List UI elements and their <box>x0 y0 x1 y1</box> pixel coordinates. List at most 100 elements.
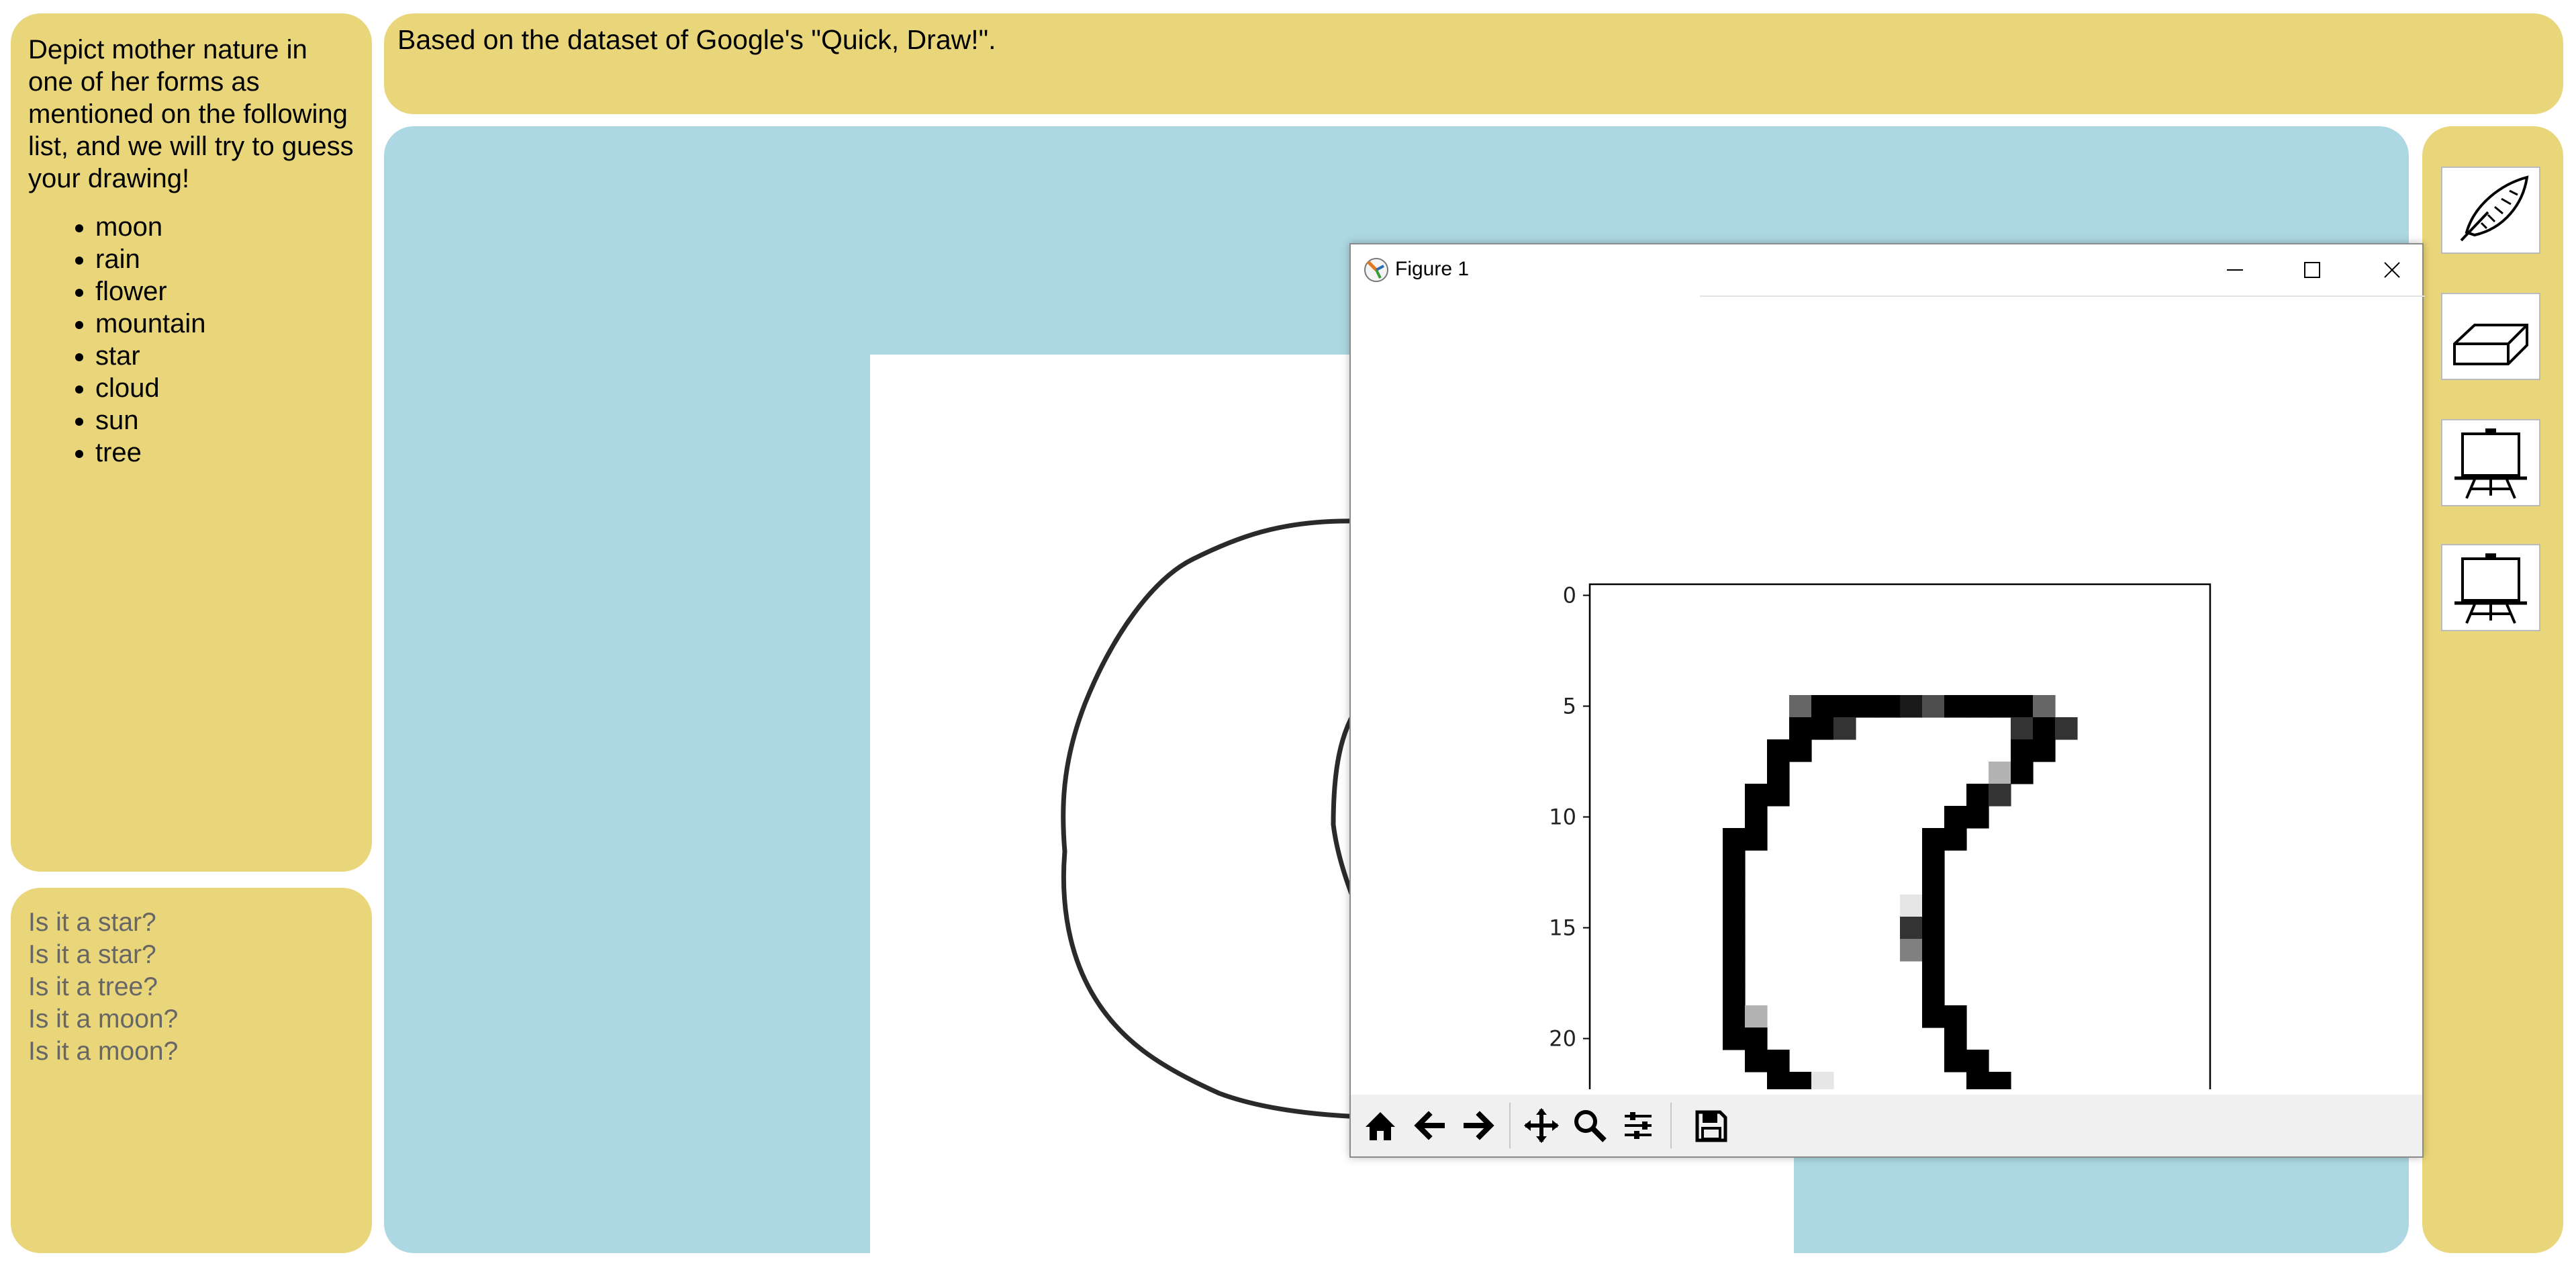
heatmap-cell <box>1833 717 1856 740</box>
heatmap-cell <box>1833 695 1856 718</box>
heatmap-cell <box>1900 917 1923 940</box>
home-button[interactable] <box>1356 1101 1404 1150</box>
guess-item: Is it a moon? <box>28 1005 179 1034</box>
heatmap-cell <box>1767 762 1790 784</box>
tool-panel <box>2422 126 2563 1253</box>
heatmap-cell <box>1922 695 1945 718</box>
heatmap-cell <box>1723 828 1746 851</box>
guesses-panel: Is it a star? Is it a star? Is it a tree… <box>11 888 372 1253</box>
save-icon <box>1695 1110 1727 1142</box>
figure-plot: 05101520250510152025 <box>1549 583 2211 1089</box>
heatmap-cell <box>1723 917 1746 940</box>
eraser-icon <box>2453 324 2528 365</box>
heatmap-cell <box>2033 739 2056 762</box>
save-button[interactable] <box>1686 1101 1735 1150</box>
pan-button[interactable] <box>1517 1101 1566 1150</box>
heatmap-cell <box>1723 961 1746 984</box>
heatmap-cell <box>1723 983 1746 1006</box>
category-item: mountain <box>95 308 354 340</box>
toolbar-separator <box>1670 1103 1672 1148</box>
heatmap-cell <box>1789 717 1812 740</box>
heatmap-cell <box>1944 806 1967 829</box>
category-item: sun <box>95 404 354 437</box>
heatmap-cell <box>2055 717 2078 740</box>
forward-icon <box>1464 1111 1494 1140</box>
category-item: flower <box>95 275 354 308</box>
heatmap-cell <box>1745 828 1768 851</box>
y-tick-label: 15 <box>1549 915 1576 941</box>
heatmap-cell <box>1922 850 1945 873</box>
heatmap-cell <box>1944 695 1967 718</box>
header-banner: Based on the dataset of Google's "Quick,… <box>384 13 2563 114</box>
figure-toolbar <box>1351 1095 2422 1156</box>
header-text: Based on the dataset of Google's "Quick,… <box>397 24 996 55</box>
matplotlib-icon <box>1364 258 1388 282</box>
heatmap-cell <box>1989 695 2011 718</box>
heatmap-cell <box>1723 939 1746 962</box>
figure-title: Figure 1 <box>1395 258 1470 280</box>
heatmap-cell <box>1966 806 1989 829</box>
heatmap-cell <box>1811 695 1834 718</box>
pan-icon <box>1524 1108 1559 1143</box>
heatmap-cell <box>1922 961 1945 984</box>
heatmap-cell <box>1789 695 1812 718</box>
heatmap-cell <box>1723 1027 1746 1050</box>
heatmap-cell <box>1767 784 1790 807</box>
heatmap-cell <box>1944 1005 1967 1028</box>
heatmap-cell <box>1944 1050 1967 1072</box>
figure-titlebar[interactable]: Figure 1 <box>1351 244 2425 297</box>
easel-icon <box>2454 553 2527 624</box>
maximize-icon <box>2304 262 2320 278</box>
heatmap-cell <box>1723 895 1746 917</box>
heatmap-cell <box>1811 717 1834 740</box>
heatmap-cell <box>1922 917 1945 940</box>
clear-canvas-button[interactable] <box>2441 419 2540 506</box>
heatmap-cell <box>1989 1072 2011 1089</box>
plot-background <box>1590 584 2210 1089</box>
feather-icon <box>2460 175 2529 242</box>
heatmap-cell <box>1922 895 1945 917</box>
heatmap-cell <box>2011 739 2034 762</box>
heatmap-cell <box>1745 1005 1768 1028</box>
heatmap-cell <box>1745 806 1768 829</box>
heatmap-cell <box>1989 784 2011 807</box>
easel-icon <box>2454 428 2527 499</box>
category-item: rain <box>95 243 354 275</box>
guess-item: Is it a star? <box>28 940 156 969</box>
category-list: moon rain flower mountain star cloud sun… <box>28 211 354 469</box>
back-icon <box>1414 1111 1445 1140</box>
heatmap-cell <box>1745 1050 1768 1072</box>
close-button[interactable] <box>2369 251 2416 289</box>
heatmap-cell <box>1723 872 1746 895</box>
category-item: cloud <box>95 372 354 404</box>
heatmap-cell <box>2011 717 2034 740</box>
heatmap-cell <box>1789 1072 1812 1089</box>
guess-item: Is it a moon? <box>28 1037 179 1066</box>
heatmap-cell <box>1966 784 1989 807</box>
heatmap-cell <box>1767 1072 1790 1089</box>
heatmap-cell <box>2011 695 2034 718</box>
zoom-button[interactable] <box>1566 1101 1614 1150</box>
category-item: tree <box>95 437 354 469</box>
close-icon <box>2384 262 2400 278</box>
heatmap-cell <box>1723 1005 1746 1028</box>
eraser-tool-button[interactable] <box>2441 293 2540 380</box>
y-tick-label: 10 <box>1549 805 1576 830</box>
home-icon <box>1366 1112 1395 1140</box>
minimize-button[interactable] <box>2211 251 2258 289</box>
heatmap-cell <box>1944 1027 1967 1050</box>
maximize-button[interactable] <box>2288 251 2335 289</box>
heatmap-cell <box>1811 1072 1834 1089</box>
instructions-panel: Depict mother nature in one of her forms… <box>11 13 372 872</box>
forward-button[interactable] <box>1454 1101 1502 1150</box>
heatmap-cell <box>2011 762 2034 784</box>
submit-drawing-button[interactable] <box>2441 544 2540 631</box>
heatmap-cell <box>1966 695 1989 718</box>
y-tick-label: 5 <box>1563 694 1576 719</box>
category-item: star <box>95 340 354 372</box>
heatmap-cell <box>1878 695 1901 718</box>
configure-subplots-button[interactable] <box>1614 1101 1662 1150</box>
pen-tool-button[interactable] <box>2441 167 2540 254</box>
heatmap-cell <box>1989 762 2011 784</box>
back-button[interactable] <box>1406 1101 1454 1150</box>
